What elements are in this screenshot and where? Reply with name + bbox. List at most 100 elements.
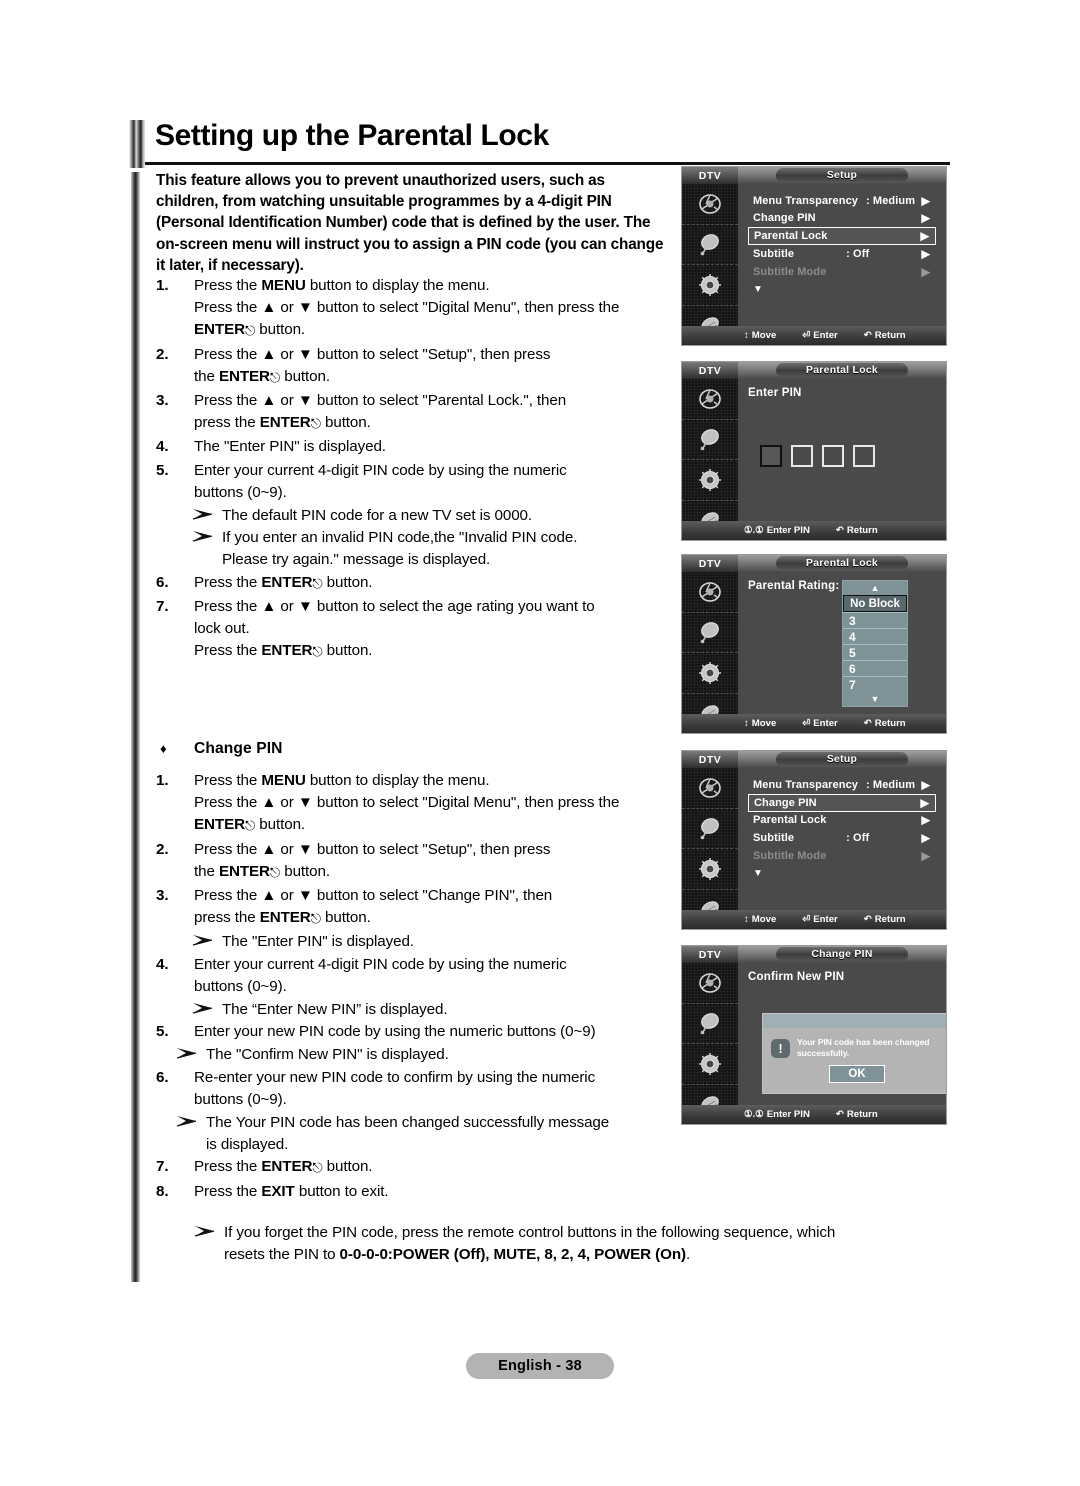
step-item: 4. Enter your current 4-digit PIN code by… — [156, 954, 671, 998]
satellite-dish-icon[interactable] — [682, 613, 738, 653]
osd-title: Change PIN — [776, 947, 908, 962]
antenna-icon[interactable] — [682, 379, 738, 420]
osd-hint-item: ↶ Return — [864, 914, 906, 925]
osd-menu-row[interactable]: Change PIN ▶ — [748, 793, 936, 812]
satellite-dish-icon[interactable] — [682, 1004, 738, 1044]
osd-title: Parental Lock — [776, 556, 908, 571]
enter-return-icon: ⎋ — [269, 864, 281, 880]
scroll-down-icon[interactable]: ▼ — [843, 692, 907, 706]
enter-button-label: ENTER — [218, 367, 270, 385]
osd-hint-glyph: ↶ — [863, 914, 872, 925]
osd-hint-label: Return — [846, 1109, 878, 1120]
osd-more-row[interactable]: ▼ — [748, 280, 936, 298]
enter-button-label: ENTER — [261, 573, 313, 591]
osd-hint-item: ↕ Move — [744, 330, 776, 341]
osd-menu-row[interactable]: Menu Transparency: Medium ▶ — [748, 776, 936, 794]
change-pin-section: ♦ Change PIN 1. Press the MENU button to di… — [156, 740, 671, 1204]
osd-hint-label: Move — [751, 330, 777, 341]
osd-section-label: Confirm New PIN — [748, 971, 845, 983]
osd-more-row[interactable]: ▼ — [748, 864, 936, 882]
osd-menu-row[interactable]: Subtitle Mode ▶ — [748, 263, 936, 281]
gear-setup-icon[interactable] — [682, 460, 738, 501]
gear-setup-icon[interactable] — [682, 653, 738, 694]
antenna-icon[interactable] — [682, 963, 738, 1004]
pin-digit-box[interactable] — [760, 445, 782, 467]
osd-menu-row[interactable]: Parental Lock ▶ — [748, 227, 936, 246]
antenna-icon[interactable] — [682, 184, 738, 225]
antenna-icon[interactable] — [682, 768, 738, 809]
step-number: 8. — [156, 1182, 169, 1200]
osd-menu-row[interactable]: Subtitle: Off ▶ — [748, 245, 936, 263]
enter-button-label: ENTER — [259, 414, 311, 432]
menu-button-label: MENU — [261, 772, 306, 789]
gear-setup-icon[interactable] — [682, 265, 738, 306]
parental-rating-list[interactable]: ▲ No Block 3 4 5 6 7 ▼ — [842, 580, 908, 707]
osd-hint-item: ①.① Enter PIN — [744, 525, 810, 536]
rating-option[interactable]: 3 — [843, 612, 907, 628]
osd-menu-row[interactable]: Parental Lock ▶ — [748, 812, 936, 830]
satellite-dish-icon[interactable] — [682, 809, 738, 849]
satellite-dish-icon[interactable] — [682, 225, 738, 265]
rating-option[interactable]: 7 — [843, 676, 907, 692]
osd-panel: DTV Parental Lock Enter PIN ①.① Enter PIN ↶ Re… — [681, 361, 947, 541]
osd-menu-row[interactable]: Change PIN ▶ — [748, 210, 936, 228]
rating-option[interactable]: No Block — [843, 595, 907, 612]
dialog-message: Your PIN code has been changed successfu… — [797, 1037, 930, 1058]
note-text: If you enter an invalid PIN code,the "In… — [222, 529, 578, 569]
osd-hint-item: ↕ Move — [744, 718, 776, 729]
osd-title-bar: DTV Setup — [682, 751, 946, 768]
osd-title-wrap: Parental Lock — [738, 555, 946, 572]
antenna-icon[interactable] — [682, 572, 738, 613]
confirmation-dialog: ! Your PIN code has been changed successf… — [762, 1013, 946, 1094]
chevron-right-icon: ▶ — [921, 832, 930, 845]
osd-content: Menu Transparency: Medium ▶ Change PIN ▶ Par… — [738, 184, 946, 326]
chevron-right-icon: ▶ — [921, 850, 930, 863]
osd-sidebar — [682, 379, 738, 540]
exclamation-icon: ! — [771, 1038, 790, 1058]
gear-setup-icon[interactable] — [682, 849, 738, 890]
note-arrow-icon — [192, 506, 216, 524]
osd-content: Menu Transparency: Medium ▶ Change PIN ▶ Par… — [738, 768, 946, 910]
pin-digit-box[interactable] — [853, 445, 875, 467]
step-item: 5. Enter your new PIN code by using the n… — [156, 1021, 671, 1043]
rating-option[interactable]: 5 — [843, 644, 907, 660]
osd-menu-value: : Medium — [866, 778, 916, 791]
ok-button[interactable]: OK — [829, 1065, 885, 1083]
pin-digit-box[interactable] — [822, 445, 844, 467]
step-line: Re-enter your new PIN code to confirm by… — [194, 1068, 596, 1086]
osd-content: Confirm New PIN! Your PIN code has been c… — [738, 963, 946, 1105]
chevron-right-icon: ▶ — [921, 266, 930, 279]
pin-entry-row — [760, 445, 875, 467]
osd-menu-row[interactable]: Subtitle Mode ▶ — [748, 847, 936, 865]
step-item: 2. Press the ▲ or ▼ button to select "Set… — [156, 839, 671, 884]
chevron-right-icon: ▶ — [920, 797, 929, 810]
dialog-title-bar — [763, 1014, 946, 1028]
osd-hint-glyph: ↕ — [744, 718, 749, 729]
pin-digit-box[interactable] — [791, 445, 813, 467]
note-item: The "Confirm New PIN" is displayed. — [174, 1044, 671, 1066]
step-item: 6. Re-enter your new PIN code to confirm … — [156, 1067, 671, 1111]
change-pin-heading-label: Change PIN — [194, 740, 283, 757]
note-item: If you forget the PIN code, press the re… — [192, 1222, 944, 1266]
enter-return-icon: ⎋ — [310, 911, 321, 927]
osd-menu-label: Menu Transparency — [753, 778, 859, 791]
osd-menu-value: : Off — [846, 247, 870, 260]
scroll-up-icon[interactable]: ▲ — [843, 581, 907, 595]
osd-hint-label: Enter — [813, 330, 838, 341]
osd-menu-row[interactable]: Subtitle: Off ▶ — [748, 829, 936, 847]
satellite-dish-icon[interactable] — [682, 420, 738, 460]
gear-setup-icon[interactable] — [682, 1044, 738, 1085]
chevron-right-icon: ▶ — [921, 212, 930, 225]
osd-title-bar: DTV Parental Lock — [682, 555, 946, 572]
step-line: buttons (0~9). — [194, 483, 287, 501]
enter-return-icon: ⎋ — [244, 323, 256, 339]
osd-hint-label: Move — [751, 914, 777, 925]
rating-option[interactable]: 6 — [843, 660, 907, 676]
step-number: 1. — [156, 277, 169, 294]
rating-option[interactable]: 4 — [843, 628, 907, 644]
chevron-right-icon: ▶ — [920, 230, 929, 243]
osd-menu-label: Change PIN — [753, 212, 816, 225]
osd-hint-glyph: ↕ — [744, 914, 749, 925]
osd-menu-row[interactable]: Menu Transparency: Medium ▶ — [748, 192, 936, 210]
enter-button-label: ENTER — [259, 909, 311, 927]
